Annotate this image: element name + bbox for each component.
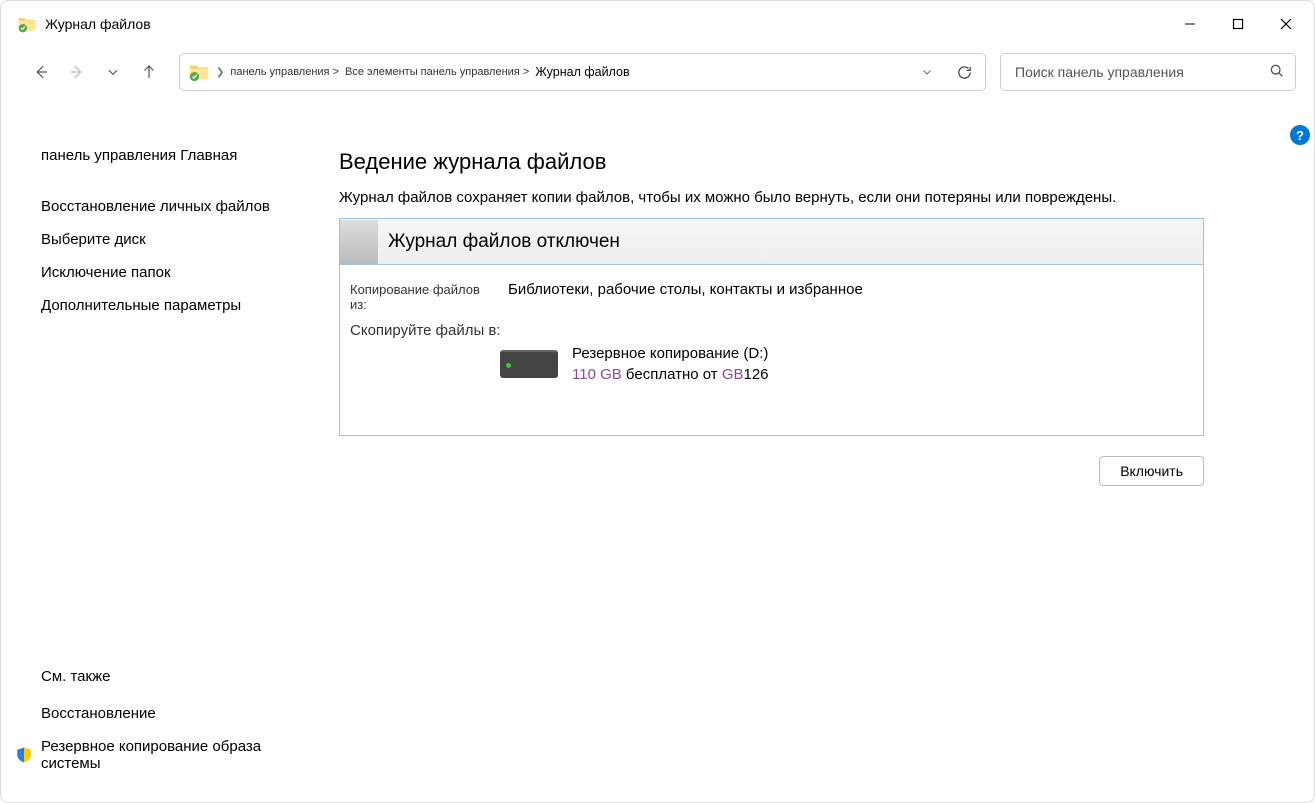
content-area: ? панель управления Главная Восстановлен… (1, 97, 1314, 802)
page-description: Журнал файлов сохраняет копии файлов, чт… (339, 189, 1204, 206)
drive-info: Резервное копирование (D:) 110 GB беспла… (500, 343, 1193, 385)
page-heading: Ведение журнала файлов (339, 149, 1204, 175)
drive-name: Резервное копирование (D:) (572, 343, 769, 364)
status-title: Журнал файлов отключен (378, 231, 620, 253)
search-box[interactable] (1000, 53, 1296, 91)
refresh-button[interactable] (947, 64, 981, 81)
breadcrumb-segment-2[interactable]: Все элементы панель управления > (345, 66, 529, 78)
app-icon (17, 14, 37, 34)
up-button[interactable] (131, 54, 167, 90)
title-bar: Журнал файлов (1, 1, 1314, 47)
see-also-heading: См. также (41, 660, 307, 693)
see-also-system-image-label: Резервное копирование образа системы (41, 738, 307, 772)
sidebar-item-restore[interactable]: Восстановление личных файлов (41, 190, 307, 223)
shield-icon (15, 746, 33, 764)
title-bar-left: Журнал файлов (5, 14, 151, 34)
drive-free: 110 GB (572, 366, 622, 383)
status-body: Копирование файлов из: Библиотеки, рабоч… (340, 265, 1203, 435)
status-icon (340, 220, 378, 264)
sidebar-item-advanced[interactable]: Дополнительные параметры (41, 289, 307, 322)
copy-to-label: Скопируйте файлы в: (350, 321, 501, 339)
action-row: Включить (339, 456, 1204, 486)
copy-from-value: Библиотеки, рабочие столы, контакты и из… (508, 281, 863, 298)
nav-bar: ❯ панель управления > Все элементы панел… (1, 47, 1314, 97)
enable-button[interactable]: Включить (1099, 456, 1204, 486)
recent-dropdown-button[interactable] (95, 54, 131, 90)
maximize-button[interactable] (1214, 1, 1262, 47)
drive-total: 126 (744, 366, 769, 383)
status-header: Журнал файлов отключен (340, 219, 1203, 265)
search-input[interactable] (1015, 64, 1269, 80)
minimize-button[interactable] (1166, 1, 1214, 47)
sidebar-item-exclude-folders[interactable]: Исключение папок (41, 256, 307, 289)
breadcrumb-segment-1[interactable]: панель управления > (230, 66, 339, 78)
sidebar: панель управления Главная Восстановление… (1, 97, 319, 802)
close-button[interactable] (1262, 1, 1310, 47)
window-title: Журнал файлов (45, 16, 151, 32)
drive-free-suffix: бесплатно от (622, 366, 718, 383)
see-also-system-image[interactable]: Резервное копирование образа системы (41, 730, 307, 780)
address-icon (188, 61, 210, 83)
breadcrumb-segment-3[interactable]: Журнал файлов (535, 65, 629, 79)
copy-from-label: Копирование файлов из: (350, 281, 500, 312)
address-bar[interactable]: ❯ панель управления > Все элементы панел… (179, 53, 986, 91)
drive-text: Резервное копирование (D:) 110 GB беспла… (572, 343, 769, 385)
search-icon[interactable] (1269, 63, 1285, 82)
window-controls (1166, 1, 1310, 47)
drive-icon (500, 350, 558, 378)
forward-button[interactable] (59, 54, 95, 90)
drive-total-unit: GB (722, 366, 744, 383)
status-panel: Журнал файлов отключен Копирование файло… (339, 218, 1204, 436)
sidebar-home[interactable]: панель управления Главная (41, 139, 307, 172)
address-dropdown-button[interactable] (913, 66, 941, 78)
help-button[interactable]: ? (1290, 125, 1310, 145)
see-also-recovery[interactable]: Восстановление (41, 697, 307, 730)
chevron-right-icon: ❯ (216, 67, 224, 78)
back-button[interactable] (23, 54, 59, 90)
main-content: Ведение журнала файлов Журнал файлов сох… (319, 97, 1314, 802)
sidebar-item-select-drive[interactable]: Выберите диск (41, 223, 307, 256)
